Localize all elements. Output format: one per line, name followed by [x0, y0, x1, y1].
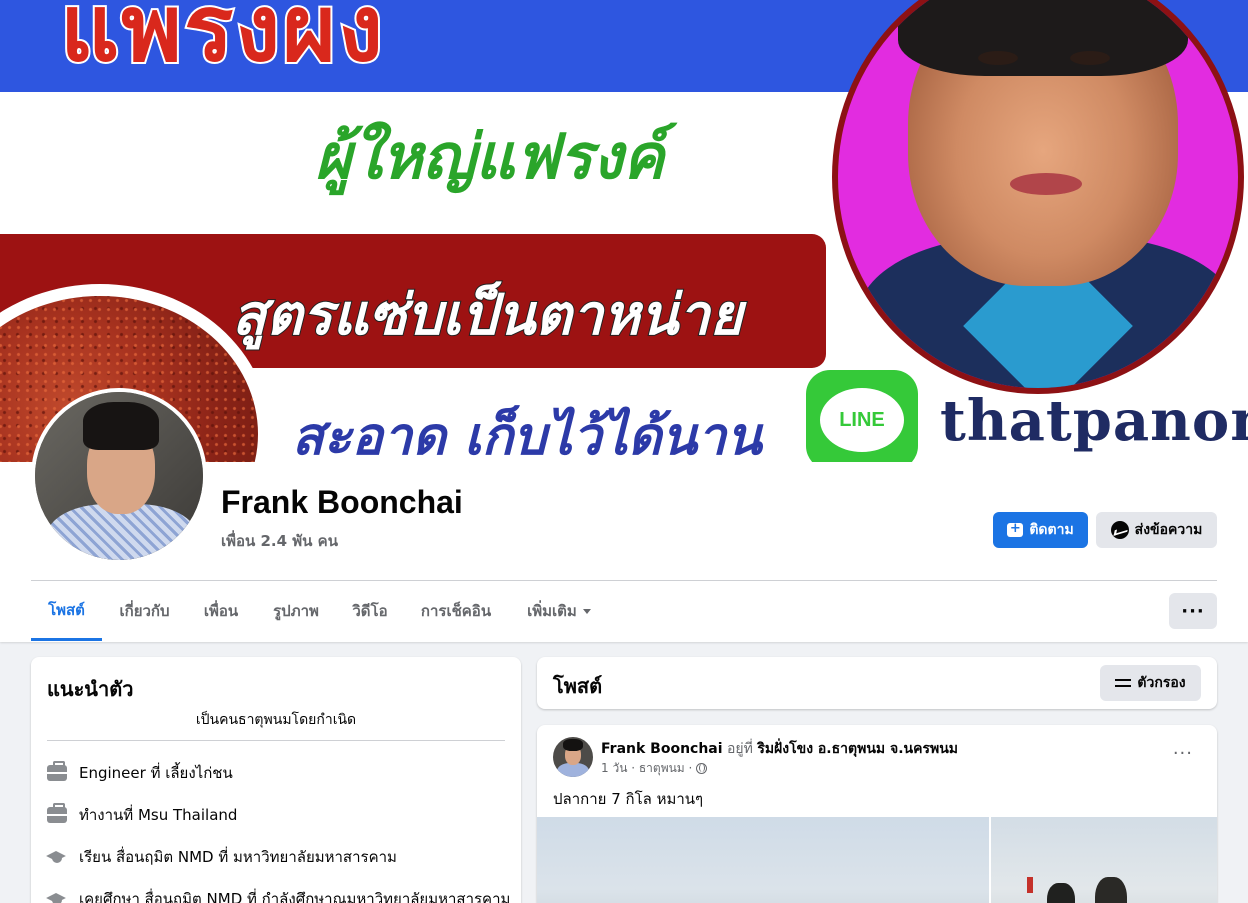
post-text: ปลากาย 7 กิโล หมานๆ: [553, 790, 704, 808]
tab-friends[interactable]: เพื่อน: [190, 581, 252, 641]
intro-item-link[interactable]: กำลังศึกษาณมหาวิทยาลัยมหาสารคาม: [262, 890, 511, 903]
profile-header: แพรงผง ผู้ใหญ่แฟรงค์ สูตรแซ่บเป็นตาหน่าย…: [0, 0, 1248, 642]
intro-item-prefix: Engineer ที่: [79, 764, 166, 782]
post-photo-flag: [1027, 877, 1033, 893]
post-author-avatar[interactable]: [553, 737, 593, 777]
post-location[interactable]: ริมฝั่งโขง อ.ธาตุพนม จ.นครพนม: [757, 741, 958, 757]
more-options-button[interactable]: ···: [1169, 593, 1217, 629]
tab-videos[interactable]: วิดีโอ: [342, 581, 398, 641]
intro-item-prefix: ทำงานที่: [79, 806, 138, 824]
briefcase-icon: [47, 803, 67, 823]
post-photo-2[interactable]: [991, 817, 1217, 903]
posts-title: โพสต์: [553, 676, 603, 698]
line-logo-label: LINE: [820, 388, 904, 452]
tab-checkins[interactable]: การเช็คอิน: [408, 581, 504, 641]
cover-portrait-eye-right: [1070, 51, 1110, 65]
post-photo-person: [1047, 883, 1075, 903]
intro-item-education: เรียน สื่อนฤมิต NMD ที่ มหาวิทยาลัยมหาสา…: [47, 846, 397, 868]
intro-divider: [47, 740, 505, 741]
post-avatar-shirt: [557, 763, 589, 777]
filter-button-label: ตัวกรอง: [1137, 675, 1186, 691]
intro-item-workplace: ทำงานที่ Msu Thailand: [47, 803, 237, 827]
post-card: Frank Boonchai อยู่ที่ ริมฝั่งโขง อ.ธาตุ…: [537, 725, 1217, 903]
cover-red-band-text: สูตรแซ่บเป็นตาหน่าย: [231, 281, 744, 349]
filter-icon: [1115, 677, 1132, 689]
globe-icon: [696, 763, 708, 774]
cover-portrait-eye-left: [978, 51, 1018, 65]
cover-portrait-lips: [1010, 173, 1082, 195]
message-button[interactable]: ส่งข้อความ: [1096, 512, 1217, 548]
intro-item-past-education: เคยศึกษา สื่อนฤมิต NMD ที่ กำลังศึกษาณมห…: [47, 888, 510, 903]
cover-portrait-hair: [898, 0, 1188, 76]
post-photo-person: [1095, 877, 1127, 903]
post-photo-1[interactable]: [537, 817, 989, 903]
cover-top-text: แพรงผง: [58, 0, 386, 84]
intro-title: แนะนำตัว: [47, 679, 134, 701]
tab-photos[interactable]: รูปภาพ: [258, 581, 334, 641]
posts-header-card: โพสต์ ตัวกรอง: [537, 657, 1217, 709]
intro-item-text: ทำงานที่ Msu Thailand: [79, 803, 237, 827]
tab-more[interactable]: เพิ่มเติม: [512, 581, 606, 641]
post-options-button[interactable]: ···: [1173, 743, 1193, 764]
avatar-hair: [83, 402, 159, 450]
post-avatar-hair: [563, 739, 583, 751]
avatar-image: [35, 392, 203, 560]
cover-green-text: ผู้ใหญ่แฟรงค์: [315, 120, 665, 193]
post-at-label: อยู่ที่: [722, 741, 758, 757]
profile-avatar[interactable]: [31, 388, 207, 564]
profile-name: Frank Boonchai: [221, 484, 463, 520]
intro-item-text: Engineer ที่ เลี้ยงไก่ชน: [79, 761, 233, 785]
cover-blue-text: สะอาด เก็บไว้ได้นาน: [292, 406, 762, 462]
follow-button-label: ติดตาม: [1029, 522, 1074, 538]
intro-item-link[interactable]: Msu Thailand: [138, 806, 237, 824]
messenger-icon: [1110, 521, 1129, 539]
tab-more-label: เพิ่มเติม: [527, 602, 577, 620]
filter-button[interactable]: ตัวกรอง: [1100, 665, 1201, 701]
intro-item-prefix: เคยศึกษา สื่อนฤมิต NMD ที่: [79, 890, 262, 903]
chevron-down-icon: [582, 608, 591, 614]
cover-portrait: [832, 0, 1244, 394]
briefcase-icon: [47, 761, 67, 781]
tab-posts[interactable]: โพสต์: [31, 581, 102, 641]
follow-button[interactable]: ติดตาม: [993, 512, 1088, 548]
graduation-cap-icon: [47, 849, 67, 865]
tab-about[interactable]: เกี่ยวกับ: [107, 581, 182, 641]
post-meta: 1 วัน · ธาตุพนม ·: [601, 759, 708, 778]
post-header: Frank Boonchai อยู่ที่ ริมฝั่งโขง อ.ธาตุ…: [601, 738, 958, 760]
follow-icon: [1007, 521, 1024, 537]
message-button-label: ส่งข้อความ: [1134, 522, 1203, 538]
intro-item-link[interactable]: มหาวิทยาลัยมหาสารคาม: [233, 848, 397, 866]
intro-item-prefix: เรียน สื่อนฤมิต NMD ที่: [79, 848, 234, 866]
friend-count[interactable]: เพื่อน 2.4 พัน คน: [221, 529, 338, 553]
intro-item-text: เคยศึกษา สื่อนฤมิต NMD ที่ กำลังศึกษาณมห…: [79, 887, 510, 903]
intro-item-link[interactable]: เลี้ยงไก่ชน: [165, 764, 233, 782]
intro-item-text: เรียน สื่อนฤมิต NMD ที่ มหาวิทยาลัยมหาสา…: [79, 845, 397, 869]
intro-bio: เป็นคนธาตุพนมโดยกำเนิด: [195, 712, 357, 728]
post-author-name[interactable]: Frank Boonchai: [601, 741, 723, 757]
intro-item-work: Engineer ที่ เลี้ยงไก่ชน: [47, 761, 233, 785]
post-timestamp[interactable]: 1 วัน · ธาตุพนม ·: [601, 759, 692, 778]
graduation-cap-icon: [47, 891, 67, 903]
cover-line-id: thatpanom: [940, 388, 1248, 454]
intro-card: แนะนำตัว เป็นคนธาตุพนมโดยกำเนิด Engineer…: [31, 657, 521, 903]
